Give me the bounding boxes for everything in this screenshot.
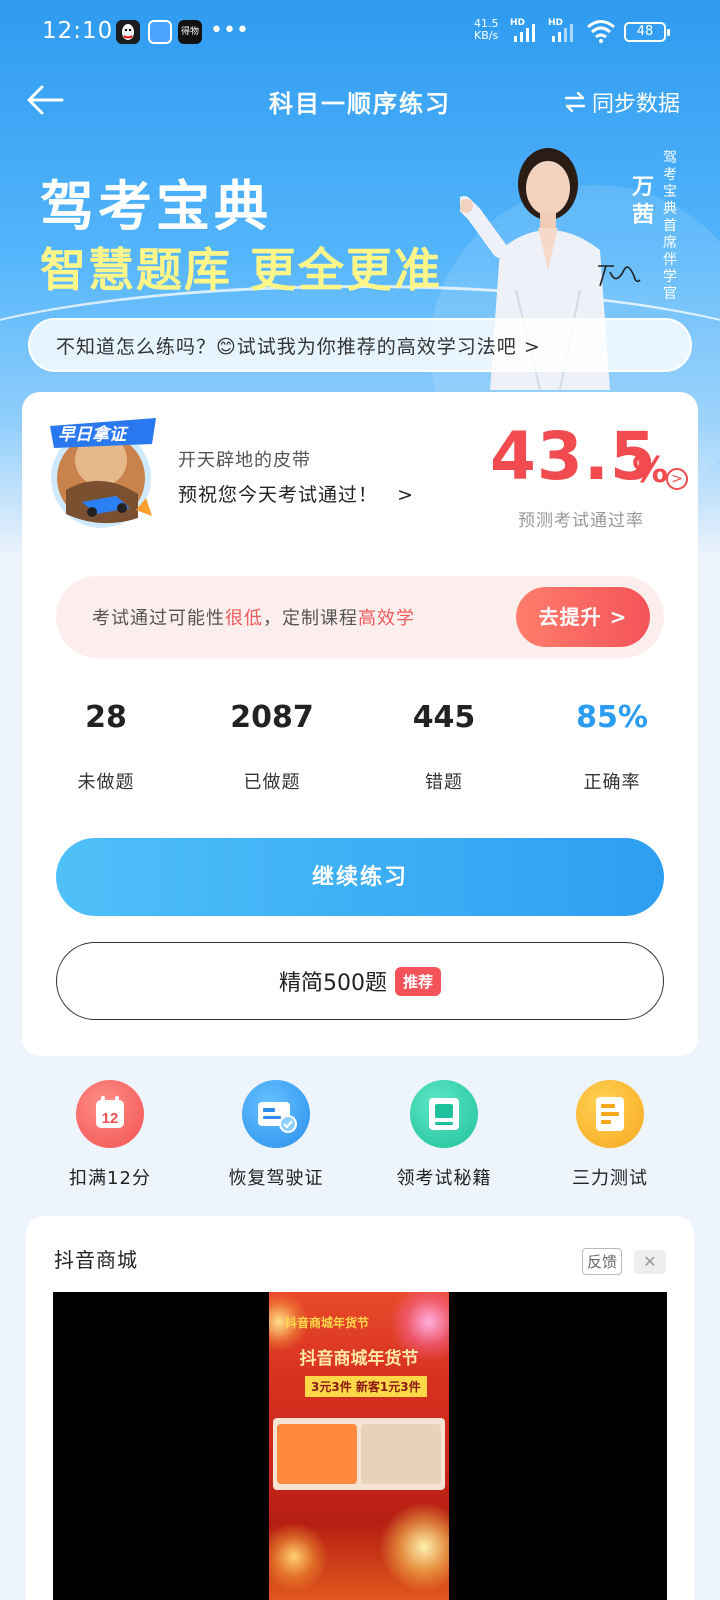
net-speed-unit: KB/s	[474, 29, 499, 42]
improve-text-low: 很低	[225, 608, 263, 629]
ad-headline: 抖音商城年货节	[299, 1349, 419, 1369]
ad-poster[interactable]: 抖音商城年货节 抖音商城年货节 3元3件 新客1元3件	[269, 1292, 449, 1600]
banner-subtitle: 智慧题库 更全更准	[40, 243, 443, 297]
tool-label: 领考试秘籍	[396, 1168, 492, 1189]
user-wish-link[interactable]: 预祝您今天考试通过！ >	[178, 480, 414, 507]
ambassador-signature	[594, 256, 644, 292]
net-speed: 41.5 KB/s	[474, 18, 499, 42]
ambassador-name: 万茜	[631, 175, 654, 228]
ad-brand: 抖音商城年货节	[285, 1316, 370, 1330]
improve-text-efficient: 高效学	[358, 608, 415, 629]
svg-text:12: 12	[102, 1110, 119, 1127]
sync-data-label: 同步数据	[591, 92, 680, 117]
stat-accuracy[interactable]: 85% 正确率	[532, 700, 692, 794]
simple-500-label: 精简500题	[278, 971, 387, 996]
feedback-button[interactable]: 反馈	[582, 1248, 623, 1275]
stat-label: 正确率	[583, 772, 641, 793]
book-icon	[410, 1080, 478, 1148]
ad-product-image	[277, 1424, 357, 1484]
shop-title: 抖音商城	[54, 1248, 138, 1272]
banner-title: 驾考宝典	[40, 175, 272, 238]
close-icon[interactable]: ✕	[634, 1250, 666, 1274]
badge-text: 早日拿证	[58, 425, 126, 445]
sync-data-button[interactable]: 同步数据	[564, 86, 680, 118]
more-notifications-icon: •••	[210, 18, 249, 43]
firework-decor	[379, 1502, 449, 1592]
dewu-app-icon: 得物	[178, 20, 202, 44]
battery-indicator: 48	[624, 22, 670, 42]
stat-done[interactable]: 2087 已做题	[192, 700, 352, 794]
qq-icon	[116, 20, 140, 44]
ad-offer: 3元3件 新客1元3件	[305, 1376, 427, 1397]
tool-deduct-12[interactable]: 12 扣满12分	[30, 1080, 190, 1190]
tool-three-ability-test[interactable]: 三力测试	[530, 1080, 690, 1190]
chevron-right-circle-icon[interactable]: >	[666, 468, 688, 490]
ad-video[interactable]: 抖音商城年货节 抖音商城年货节 3元3件 新客1元3件	[53, 1292, 667, 1600]
improve-text: 考试通过可能性很低，定制课程高效学	[92, 604, 415, 630]
stat-value: 85%	[576, 700, 648, 735]
recommend-tag: 推荐	[394, 966, 441, 996]
stat-value: 28	[85, 700, 127, 735]
tool-label: 扣满12分	[69, 1168, 151, 1189]
stat-label: 已做题	[243, 772, 301, 793]
stat-wrong[interactable]: 445 错题	[364, 700, 524, 794]
user-nickname: 开天辟地的皮带	[178, 450, 311, 471]
chat-icon	[148, 20, 172, 44]
signal-2-label: HD	[548, 18, 564, 28]
test-paper-icon	[576, 1080, 644, 1148]
ambassador-title: 驾考宝典首席伴学官	[663, 150, 677, 302]
tool-exam-guide[interactable]: 领考试秘籍	[364, 1080, 524, 1190]
improve-text-prefix: 考试通过可能性	[92, 608, 225, 629]
swap-arrows-icon	[564, 92, 586, 112]
nav-bar: 科目一顺序练习 同步数据	[0, 72, 720, 128]
tool-restore-license[interactable]: 恢复驾驶证	[196, 1080, 356, 1190]
stat-label: 未做题	[77, 772, 135, 793]
signal-1-icon: HD	[508, 18, 540, 48]
status-time: 12:10	[42, 18, 114, 44]
status-bar: 12:10 得物 ••• 41.5 KB/s HD HD 48	[0, 0, 720, 64]
pass-rate-unit: %	[632, 450, 669, 491]
chevron-right-icon: >	[397, 484, 414, 506]
simple-500-button[interactable]: 精简500题 推荐	[56, 942, 664, 1020]
improve-text-mid: ，定制课程	[263, 608, 358, 629]
signal-1-label: HD	[510, 18, 526, 28]
stat-undone[interactable]: 28 未做题	[26, 700, 186, 794]
pass-rate-label: 预测考试通过率	[518, 511, 644, 531]
tool-label: 恢复驾驶证	[228, 1168, 324, 1189]
study-method-tip[interactable]: 不知道怎么练吗？😊试试我为你推荐的高效学习法吧 >	[28, 318, 692, 372]
license-card-icon	[242, 1080, 310, 1148]
continue-practice-button[interactable]: 继续练习	[56, 838, 664, 916]
stat-label: 错题	[425, 772, 463, 793]
firework-decor	[269, 1522, 329, 1592]
stat-value: 2087	[230, 700, 314, 735]
avatar-badge[interactable]: 早日拿证	[46, 410, 168, 534]
signal-2-icon: HD	[546, 18, 578, 48]
improve-button[interactable]: 去提升 >	[516, 587, 650, 647]
tool-label: 三力测试	[572, 1168, 648, 1189]
wifi-icon	[586, 18, 616, 48]
stat-value: 445	[412, 700, 476, 735]
ad-product-image	[361, 1424, 441, 1484]
calendar-12-icon: 12	[76, 1080, 144, 1148]
user-wish-text: 预祝您今天考试通过！	[178, 484, 379, 506]
